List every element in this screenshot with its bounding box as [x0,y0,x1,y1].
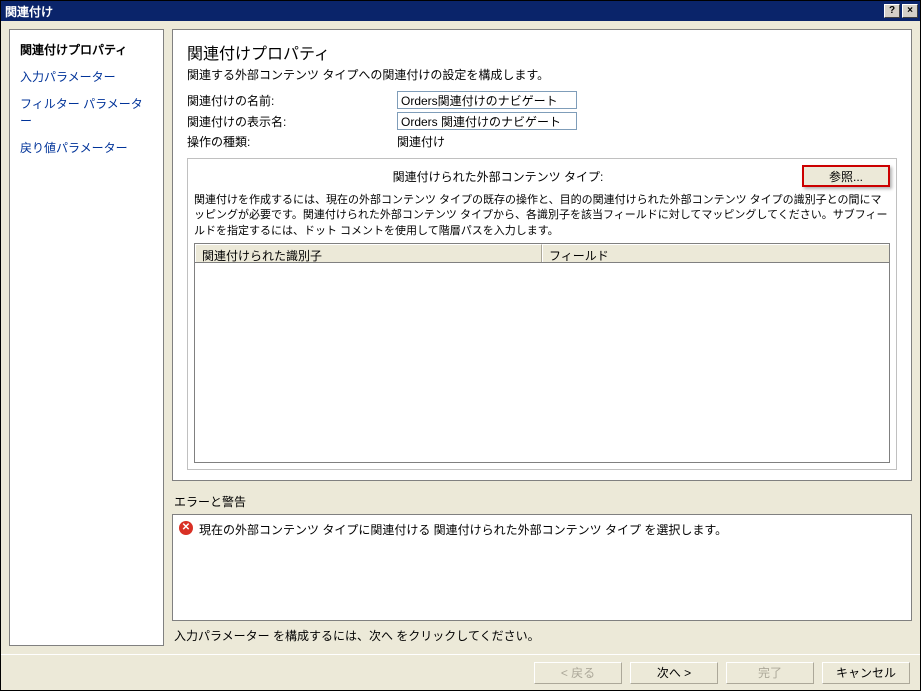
error-icon: ✕ [179,521,193,535]
row-name: 関連付けの名前: [187,91,897,109]
titlebar: 関連付け ? × [1,1,920,21]
close-button[interactable]: × [902,4,918,18]
properties-panel: 関連付けプロパティ 関連する外部コンテンツ タイプへの関連付けの設定を構成します… [172,29,912,481]
browse-button[interactable]: 参照... [802,165,890,187]
row-display: 関連付けの表示名: [187,112,897,130]
cancel-button[interactable]: キャンセル [822,662,910,684]
sidebar-item-input-params[interactable]: 入力パラメーター [10,63,163,90]
error-row: ✕ 現在の外部コンテンツ タイプに関連付ける 関連付けられた外部コンテンツ タイ… [179,521,905,538]
input-name[interactable] [397,91,577,109]
finish-button[interactable]: 完了 [726,662,814,684]
errors-title: エラーと警告 [172,489,912,514]
titlebar-buttons: ? × [882,4,918,18]
section-title: 関連付けられた外部コンテンツ タイプ: [194,168,802,185]
error-text: 現在の外部コンテンツ タイプに関連付ける 関連付けられた外部コンテンツ タイプ … [199,521,727,538]
input-display[interactable] [397,112,577,130]
panel-heading: 関連付けプロパティ [187,40,897,64]
sidebar-item-association-props[interactable]: 関連付けプロパティ [10,36,163,63]
footer-hint: 入力パラメーター を構成するには、次へ をクリックしてください。 [172,621,912,646]
sidebar-item-filter-params[interactable]: フィルター パラメーター [10,90,163,134]
main-container: 関連付けプロパティ 入力パラメーター フィルター パラメーター 戻り値パラメータ… [1,21,920,654]
panel-subheading: 関連する外部コンテンツ タイプへの関連付けの設定を構成します。 [187,66,897,83]
section-help: 関連付けを作成するには、現在の外部コンテンツ タイプの既存の操作と、目的の関連付… [194,193,890,239]
label-op: 操作の種類: [187,133,397,150]
col-identifier[interactable]: 関連付けられた識別子 [195,244,542,262]
content: 関連付けプロパティ 関連する外部コンテンツ タイプへの関連付けの設定を構成します… [172,29,912,646]
back-button[interactable]: < 戻る [534,662,622,684]
errors-body: ✕ 現在の外部コンテンツ タイプに関連付ける 関連付けられた外部コンテンツ タイ… [172,514,912,621]
row-op: 操作の種類: 関連付け [187,133,897,150]
label-name: 関連付けの名前: [187,92,397,109]
section-header: 関連付けられた外部コンテンツ タイプ: 参照... [194,165,890,187]
col-field[interactable]: フィールド [542,244,889,262]
grid-header: 関連付けられた識別子 フィールド [195,244,889,263]
button-bar: < 戻る 次へ > 完了 キャンセル [1,654,920,690]
association-section: 関連付けられた外部コンテンツ タイプ: 参照... 関連付けを作成するには、現在… [187,158,897,470]
help-button[interactable]: ? [884,4,900,18]
label-display: 関連付けの表示名: [187,113,397,130]
sidebar-item-return-params[interactable]: 戻り値パラメーター [10,134,163,161]
sidebar: 関連付けプロパティ 入力パラメーター フィルター パラメーター 戻り値パラメータ… [9,29,164,646]
identifiers-grid: 関連付けられた識別子 フィールド [194,243,890,463]
next-button[interactable]: 次へ > [630,662,718,684]
value-op: 関連付け [397,133,445,150]
errors-panel: エラーと警告 ✕ 現在の外部コンテンツ タイプに関連付ける 関連付けられた外部コ… [172,489,912,646]
title-text: 関連付け [5,3,882,20]
